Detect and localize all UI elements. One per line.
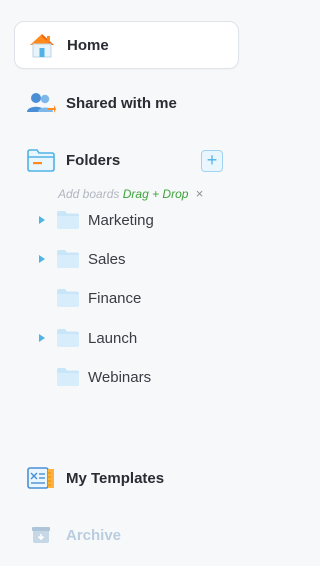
shared-users-icon <box>26 88 56 118</box>
nav-templates-label: My Templates <box>66 469 165 487</box>
folder-open-icon <box>26 145 56 175</box>
folder-label: Sales <box>88 250 126 268</box>
folder-item[interactable]: Launch <box>36 324 137 352</box>
folder-label: Finance <box>88 289 142 307</box>
nav-folders-label: Folders <box>66 151 121 169</box>
folder-item[interactable]: Webinars <box>36 363 151 391</box>
add-boards-hint: Add boards Drag + Drop × <box>58 186 203 201</box>
folder-label: Webinars <box>88 368 152 386</box>
folder-icon <box>56 249 80 269</box>
nav-home-label: Home <box>67 36 109 54</box>
caret-spacer <box>36 371 48 383</box>
folder-icon <box>56 288 80 308</box>
nav-folders[interactable]: Folders + <box>14 136 239 184</box>
folder-label: Launch <box>88 329 138 347</box>
caret-spacer <box>36 292 48 304</box>
close-hint-icon[interactable]: × <box>196 186 204 201</box>
caret-right-icon[interactable] <box>36 253 48 265</box>
add-folder-button[interactable]: + <box>201 150 223 172</box>
folder-item[interactable]: Marketing <box>36 206 154 234</box>
nav-shared-label: Shared with me <box>66 94 177 112</box>
hint-action: Drag + Drop <box>122 187 189 201</box>
nav-my-templates[interactable]: My Templates <box>14 454 239 502</box>
nav-archive[interactable]: Archive <box>14 511 239 559</box>
nav-archive-label: Archive <box>66 526 122 544</box>
home-icon <box>27 30 57 60</box>
folder-item[interactable]: Finance <box>36 284 141 312</box>
folder-icon <box>56 367 80 387</box>
folder-label: Marketing <box>88 211 154 229</box>
caret-right-icon[interactable] <box>36 214 48 226</box>
nav-shared-with-me[interactable]: Shared with me <box>14 79 239 127</box>
folder-icon <box>56 328 80 348</box>
templates-icon <box>26 463 56 493</box>
folder-item[interactable]: Sales <box>36 245 126 273</box>
nav-home[interactable]: Home <box>14 21 239 69</box>
folder-icon <box>56 210 80 230</box>
archive-icon <box>26 520 56 550</box>
caret-right-icon[interactable] <box>36 332 48 344</box>
hint-prefix: Add boards <box>58 187 120 201</box>
